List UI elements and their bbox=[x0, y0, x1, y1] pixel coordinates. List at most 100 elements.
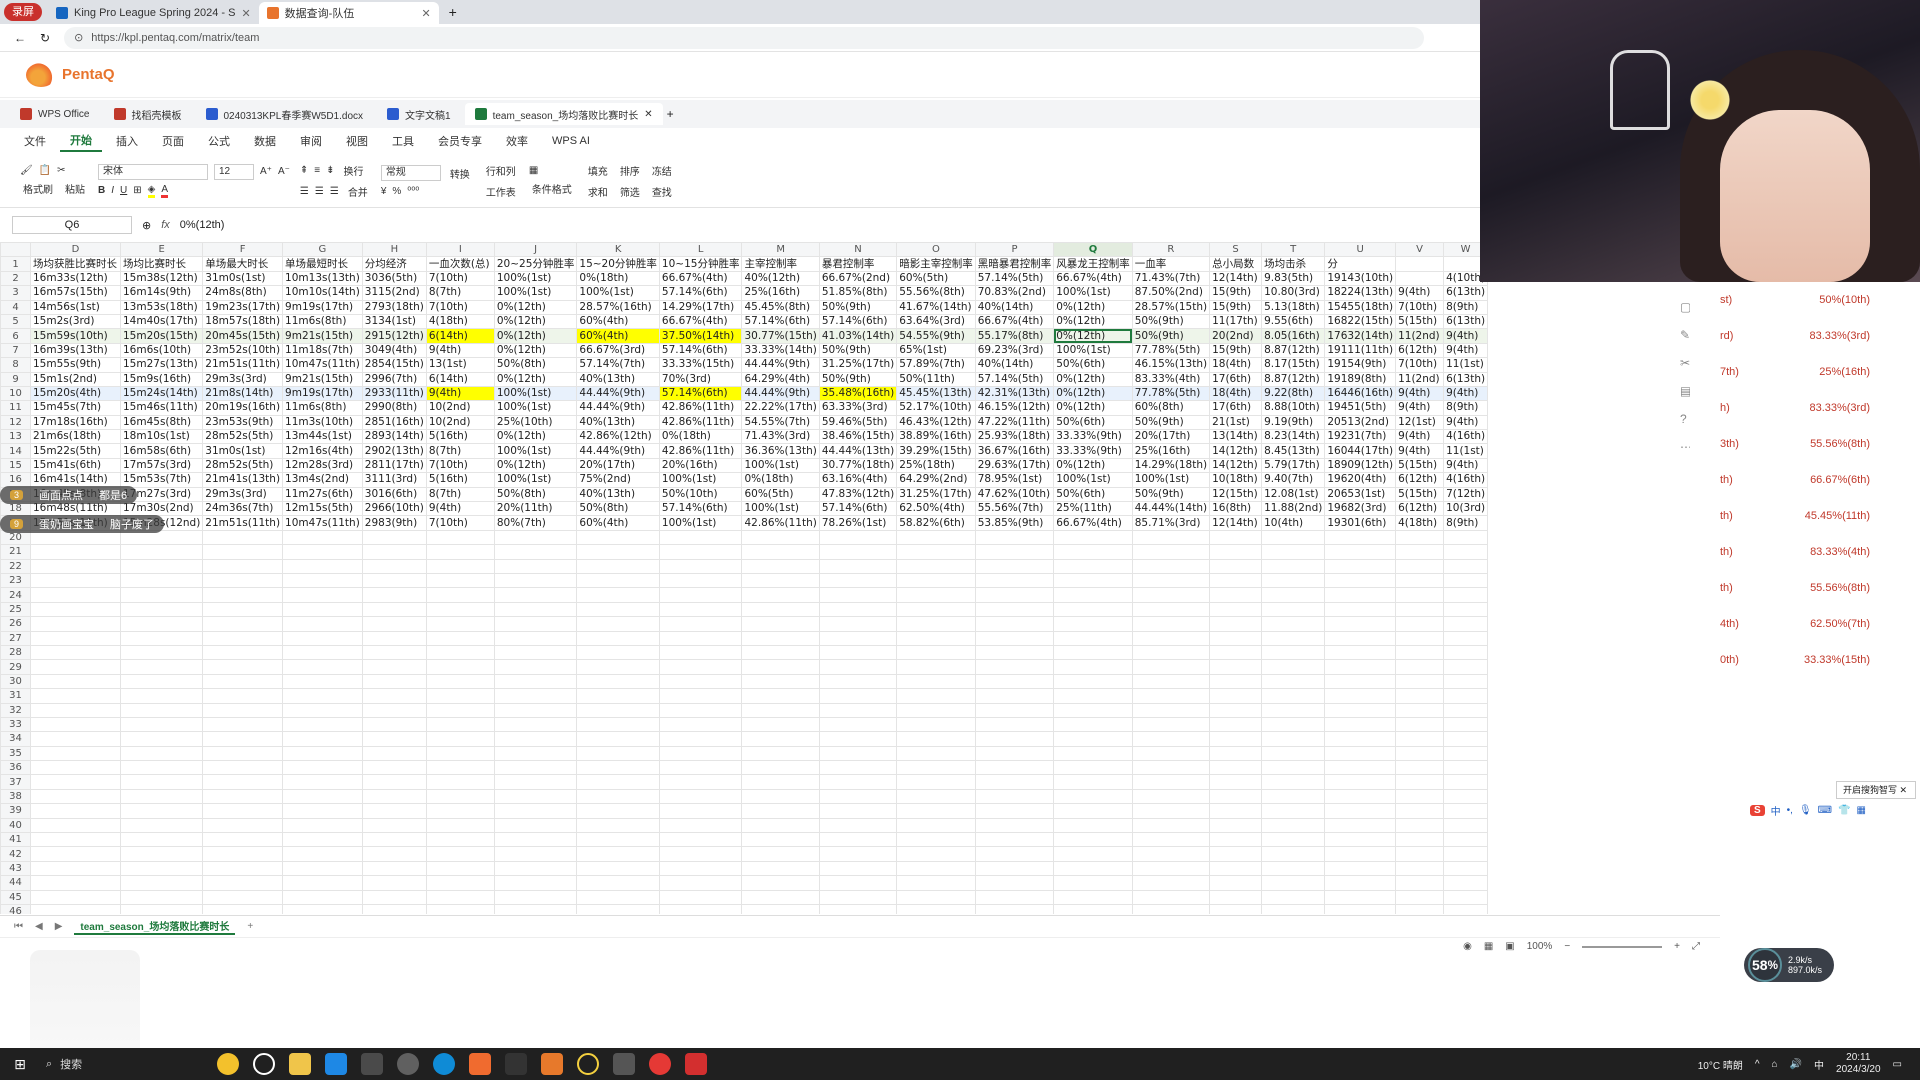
cell[interactable] bbox=[896, 903, 976, 914]
cell[interactable]: 29m3s(3rd) bbox=[202, 486, 284, 503]
cell[interactable]: 0%(12th) bbox=[1053, 400, 1133, 416]
cell[interactable]: 19143(10th) bbox=[1324, 270, 1397, 287]
cell[interactable] bbox=[818, 558, 898, 574]
font-size-select[interactable]: 12 bbox=[214, 163, 254, 180]
cell[interactable]: 9(4th) bbox=[1443, 414, 1489, 431]
cell[interactable]: 15m46s(11th) bbox=[119, 400, 204, 416]
row-number[interactable]: 6 bbox=[0, 328, 31, 344]
cell[interactable]: 66.67%(2nd) bbox=[818, 270, 898, 287]
cell[interactable] bbox=[741, 846, 820, 862]
sogou-tooltip[interactable]: 开启搜狗智写 ✕ bbox=[1836, 781, 1916, 799]
cell[interactable]: 80%(7th) bbox=[493, 515, 578, 531]
cell[interactable] bbox=[896, 529, 976, 546]
cell[interactable] bbox=[202, 731, 284, 747]
cell[interactable]: 16m41s(14th) bbox=[30, 472, 121, 488]
cell[interactable]: 4(16th) bbox=[1443, 472, 1489, 488]
cell[interactable]: 9(4th) bbox=[425, 385, 495, 402]
conditional-format-button[interactable]: 条件格式 bbox=[529, 180, 575, 197]
cell[interactable]: 66.67%(3rd) bbox=[576, 342, 660, 359]
header-cell[interactable]: 分均经济 bbox=[361, 256, 427, 272]
cell[interactable] bbox=[202, 846, 284, 862]
cell[interactable]: 9m19s(17th) bbox=[282, 299, 363, 315]
cell[interactable] bbox=[658, 745, 743, 762]
column-header[interactable]: R bbox=[1131, 242, 1211, 258]
cell[interactable]: 6(13th) bbox=[1443, 285, 1489, 301]
cell[interactable]: 100%(1st) bbox=[741, 501, 820, 517]
cell[interactable] bbox=[1261, 846, 1326, 862]
row-number[interactable]: 5 bbox=[0, 313, 31, 330]
cell[interactable]: 9(4th) bbox=[1395, 443, 1445, 459]
cell[interactable] bbox=[282, 832, 363, 848]
cell[interactable] bbox=[493, 860, 578, 877]
cell[interactable] bbox=[818, 644, 898, 661]
cell[interactable]: 0%(12th) bbox=[1053, 299, 1133, 315]
cell[interactable]: 12(1st) bbox=[1395, 414, 1445, 431]
cell[interactable] bbox=[1209, 774, 1263, 790]
cell[interactable] bbox=[896, 889, 976, 905]
cell[interactable] bbox=[282, 731, 363, 747]
cell[interactable]: 8.17(15th) bbox=[1261, 357, 1326, 373]
cell[interactable] bbox=[818, 673, 898, 690]
cell[interactable] bbox=[1324, 616, 1397, 632]
cell[interactable] bbox=[202, 558, 284, 574]
cell[interactable]: 15m55s(9th) bbox=[30, 357, 121, 373]
column-header[interactable]: N bbox=[818, 242, 898, 258]
cell[interactable] bbox=[202, 745, 284, 762]
cell[interactable]: 3049(4th) bbox=[361, 342, 427, 359]
back-icon[interactable]: ← bbox=[14, 31, 26, 45]
browser-tab-pentaq[interactable]: 数据查询-队伍 ✕ bbox=[258, 2, 439, 24]
cell[interactable] bbox=[1053, 745, 1133, 762]
cell[interactable]: 3115(2nd) bbox=[361, 285, 427, 301]
cell[interactable]: 10(2nd) bbox=[425, 400, 495, 416]
cell[interactable]: 16m33s(12th) bbox=[30, 270, 121, 287]
cell[interactable] bbox=[1443, 529, 1489, 546]
cut-icon[interactable]: ✂ bbox=[57, 165, 65, 176]
cell[interactable]: 19301(6th) bbox=[1324, 515, 1397, 531]
cell[interactable] bbox=[425, 788, 495, 805]
currency-icon[interactable]: ¥ bbox=[381, 186, 387, 197]
cell[interactable] bbox=[202, 630, 284, 646]
cell[interactable] bbox=[741, 616, 820, 632]
column-header[interactable]: J bbox=[493, 242, 578, 258]
cell[interactable] bbox=[119, 630, 204, 646]
cell[interactable]: 44.44%(9th) bbox=[576, 443, 660, 459]
cell[interactable] bbox=[1443, 659, 1489, 675]
cell[interactable] bbox=[1443, 544, 1489, 560]
cell[interactable] bbox=[493, 803, 578, 819]
cell[interactable]: 18224(13th) bbox=[1324, 285, 1397, 301]
cell[interactable] bbox=[896, 817, 976, 834]
cell[interactable] bbox=[1209, 659, 1263, 675]
cell[interactable]: 36.67%(16th) bbox=[974, 443, 1055, 459]
cell[interactable] bbox=[119, 616, 204, 632]
cell[interactable] bbox=[1443, 558, 1489, 574]
cell[interactable] bbox=[493, 558, 578, 574]
cell[interactable] bbox=[1261, 644, 1326, 661]
doc-tab-templates[interactable]: 找稻壳模板 bbox=[104, 103, 192, 125]
next-sheet-icon[interactable]: ▶ bbox=[55, 921, 63, 932]
cell[interactable] bbox=[1261, 832, 1326, 848]
cell[interactable] bbox=[1443, 875, 1489, 891]
cell[interactable]: 9m21s(15th) bbox=[282, 371, 363, 387]
cell[interactable] bbox=[1131, 731, 1211, 747]
underline-icon[interactable]: U bbox=[120, 185, 127, 196]
cell[interactable] bbox=[1053, 716, 1133, 733]
cell[interactable] bbox=[493, 832, 578, 848]
cell[interactable] bbox=[974, 817, 1055, 834]
cell[interactable]: 15m53s(7th) bbox=[119, 472, 204, 488]
cell[interactable] bbox=[493, 688, 578, 704]
header-cell[interactable]: 总小局数 bbox=[1209, 256, 1263, 272]
cell[interactable] bbox=[30, 702, 121, 718]
cell[interactable] bbox=[1131, 846, 1211, 862]
cell[interactable] bbox=[361, 716, 427, 733]
row-number[interactable]: 26 bbox=[0, 616, 31, 632]
cell[interactable] bbox=[576, 716, 660, 733]
cell[interactable]: 17(6th) bbox=[1209, 400, 1263, 416]
row-number[interactable]: 27 bbox=[0, 630, 31, 646]
cell[interactable] bbox=[1053, 601, 1133, 618]
align-bottom-icon[interactable]: ⇟ bbox=[326, 165, 334, 176]
cell[interactable] bbox=[1395, 903, 1445, 914]
cell[interactable]: 7(12th) bbox=[1443, 486, 1489, 503]
cell[interactable] bbox=[1131, 659, 1211, 675]
cell[interactable] bbox=[818, 688, 898, 704]
cell[interactable]: 59.46%(5th) bbox=[818, 414, 898, 431]
